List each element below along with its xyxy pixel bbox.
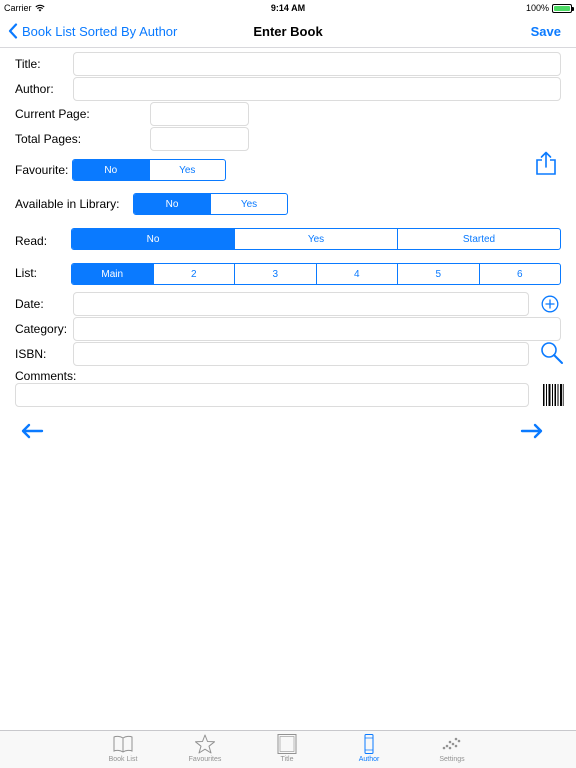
- total-pages-label: Total Pages:: [15, 132, 82, 146]
- tab-book-list-label: Book List: [108, 756, 138, 763]
- tab-favourites-label: Favourites: [188, 756, 222, 763]
- book-cover-icon: [277, 734, 297, 754]
- current-page-input[interactable]: [150, 102, 249, 126]
- total-pages-input[interactable]: [150, 127, 249, 151]
- navigation-bar: Book List Sorted By Author Enter Book Sa…: [0, 16, 576, 48]
- back-button[interactable]: Book List Sorted By Author: [8, 23, 177, 39]
- list-option-4[interactable]: 4: [315, 264, 398, 284]
- tab-title[interactable]: Title: [257, 734, 317, 763]
- plus-circle-icon[interactable]: [541, 295, 559, 313]
- title-label: Title:: [15, 57, 41, 71]
- magnifier-icon[interactable]: [540, 341, 564, 365]
- status-time: 9:14 AM: [270, 3, 306, 13]
- list-segmented-control: Main 2 3 4 5 6: [71, 263, 561, 285]
- back-button-label: Book List Sorted By Author: [22, 23, 178, 39]
- read-option-yes[interactable]: Yes: [234, 229, 397, 249]
- tab-settings-label: Settings: [439, 756, 465, 763]
- library-segmented-control: No Yes: [133, 193, 288, 215]
- tab-title-label: Title: [280, 756, 294, 763]
- favourite-option-no[interactable]: No: [73, 160, 149, 180]
- title-input[interactable]: [73, 52, 561, 76]
- barcode-icon[interactable]: [542, 383, 564, 407]
- share-icon[interactable]: [535, 151, 557, 175]
- list-option-6[interactable]: 6: [478, 264, 561, 284]
- tab-book-list[interactable]: Book List: [93, 734, 153, 763]
- dots-icon: [442, 737, 461, 750]
- tab-favourites[interactable]: Favourites: [175, 734, 235, 763]
- arrow-right-icon[interactable]: [520, 422, 544, 440]
- category-input[interactable]: [73, 317, 561, 341]
- battery-fill: [554, 5, 570, 11]
- library-label: Available in Library:: [15, 197, 120, 211]
- read-option-no[interactable]: No: [72, 229, 234, 249]
- favourite-option-yes[interactable]: Yes: [148, 160, 226, 180]
- library-option-no[interactable]: No: [134, 194, 210, 214]
- date-label: Date:: [15, 297, 44, 311]
- isbn-label: ISBN:: [15, 347, 47, 361]
- author-label: Author:: [15, 82, 54, 96]
- read-label: Read:: [15, 234, 48, 248]
- battery-icon: [552, 3, 574, 13]
- library-option-yes[interactable]: Yes: [210, 194, 287, 214]
- isbn-input[interactable]: [73, 342, 529, 366]
- status-bar: Carrier 9:14 AM 100%: [0, 0, 576, 16]
- read-option-started[interactable]: Started: [397, 229, 560, 249]
- category-label: Category:: [15, 322, 68, 336]
- battery-percent: 100%: [525, 3, 549, 13]
- star-icon: [195, 734, 215, 754]
- arrow-left-icon[interactable]: [20, 422, 44, 440]
- current-page-label: Current Page:: [15, 107, 90, 121]
- comments-label: Comments:: [15, 369, 77, 383]
- favourite-segmented-control: No Yes: [72, 159, 226, 181]
- list-label: List:: [15, 266, 38, 280]
- open-book-icon: [113, 735, 133, 753]
- tab-author[interactable]: Author: [339, 734, 399, 763]
- author-input[interactable]: [73, 77, 561, 101]
- tab-author-label: Author: [358, 756, 380, 763]
- status-right: 100%: [525, 3, 574, 13]
- date-input[interactable]: [73, 292, 529, 316]
- save-button[interactable]: Save: [531, 24, 561, 39]
- list-option-3[interactable]: 3: [234, 264, 316, 284]
- list-option-main[interactable]: Main: [72, 264, 153, 284]
- chevron-left-icon: [8, 23, 18, 39]
- list-option-2[interactable]: 2: [152, 264, 235, 284]
- read-segmented-control: No Yes Started: [71, 228, 561, 250]
- favourite-label: Favourite:: [15, 163, 69, 177]
- list-option-5[interactable]: 5: [397, 264, 479, 284]
- comments-input[interactable]: [15, 383, 529, 407]
- book-spine-icon: [364, 734, 374, 754]
- tab-bar: Book List Favourites Title Author Settin…: [0, 730, 576, 768]
- tab-settings[interactable]: Settings: [422, 734, 482, 763]
